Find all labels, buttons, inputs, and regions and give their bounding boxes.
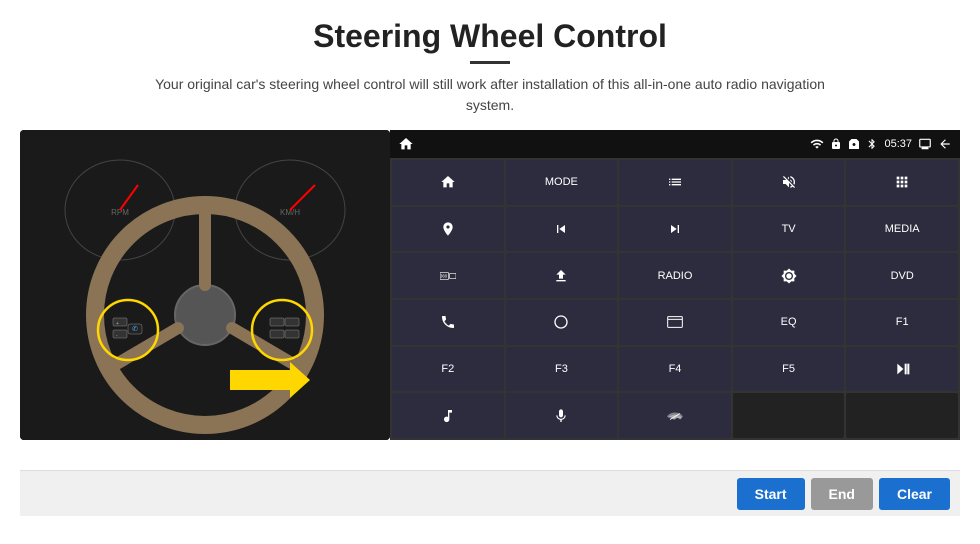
bottom-bar-wrapper: Start End Clear bbox=[20, 470, 960, 516]
btn-phone[interactable] bbox=[392, 300, 504, 345]
btn-prev[interactable] bbox=[506, 207, 618, 252]
btn-hangup[interactable] bbox=[619, 393, 731, 438]
btn-360cam[interactable]: 360 bbox=[392, 253, 504, 298]
btn-dvd[interactable]: DVD bbox=[846, 253, 958, 298]
btn-apps[interactable] bbox=[846, 160, 958, 205]
button-grid: MODE TV bbox=[390, 158, 960, 440]
page-subtitle: Your original car's steering wheel contr… bbox=[150, 74, 830, 116]
page-title: Steering Wheel Control bbox=[313, 18, 667, 55]
btn-eq[interactable]: EQ bbox=[733, 300, 845, 345]
status-time: 05:37 bbox=[884, 138, 912, 150]
btn-swipe[interactable] bbox=[506, 300, 618, 345]
status-bar: 05:37 bbox=[390, 130, 960, 158]
back-status-icon bbox=[938, 137, 952, 151]
btn-mute[interactable] bbox=[733, 160, 845, 205]
head-unit-panel: 05:37 MODE bbox=[390, 130, 960, 440]
page-container: Steering Wheel Control Your original car… bbox=[0, 0, 980, 544]
btn-radio[interactable]: RADIO bbox=[619, 253, 731, 298]
btn-music[interactable] bbox=[392, 393, 504, 438]
lock-status-icon bbox=[830, 138, 842, 150]
btn-window[interactable] bbox=[619, 300, 731, 345]
btn-home[interactable] bbox=[392, 160, 504, 205]
home-icon bbox=[398, 136, 414, 152]
screen-status-icon bbox=[918, 137, 932, 151]
title-divider bbox=[470, 61, 510, 64]
btn-mode[interactable]: MODE bbox=[506, 160, 618, 205]
status-bar-right: 05:37 bbox=[810, 137, 952, 151]
btn-eject[interactable] bbox=[506, 253, 618, 298]
sim-status-icon bbox=[848, 138, 860, 150]
svg-text:+: + bbox=[116, 321, 119, 327]
btn-f5[interactable]: F5 bbox=[733, 347, 845, 392]
btn-nav[interactable] bbox=[392, 207, 504, 252]
btn-f2[interactable]: F2 bbox=[392, 347, 504, 392]
btn-next[interactable] bbox=[619, 207, 731, 252]
status-bar-left bbox=[398, 136, 414, 152]
btn-f3[interactable]: F3 bbox=[506, 347, 618, 392]
steering-wheel-image: RPM KM/H bbox=[20, 130, 390, 440]
svg-text:✆: ✆ bbox=[132, 325, 138, 333]
btn-empty1 bbox=[733, 393, 845, 438]
bottom-bar: Start End Clear bbox=[20, 470, 960, 516]
svg-text:360: 360 bbox=[440, 273, 448, 278]
end-button[interactable]: End bbox=[811, 478, 873, 510]
btn-media[interactable]: MEDIA bbox=[846, 207, 958, 252]
bluetooth-status-icon bbox=[866, 137, 878, 151]
btn-tv[interactable]: TV bbox=[733, 207, 845, 252]
btn-empty2 bbox=[846, 393, 958, 438]
clear-button[interactable]: Clear bbox=[879, 478, 950, 510]
btn-playpause[interactable] bbox=[846, 347, 958, 392]
wifi-status-icon bbox=[810, 137, 824, 151]
btn-f4[interactable]: F4 bbox=[619, 347, 731, 392]
btn-f1[interactable]: F1 bbox=[846, 300, 958, 345]
content-row: RPM KM/H bbox=[20, 130, 960, 470]
btn-mic[interactable] bbox=[506, 393, 618, 438]
start-button[interactable]: Start bbox=[737, 478, 805, 510]
btn-list[interactable] bbox=[619, 160, 731, 205]
btn-brightness[interactable] bbox=[733, 253, 845, 298]
